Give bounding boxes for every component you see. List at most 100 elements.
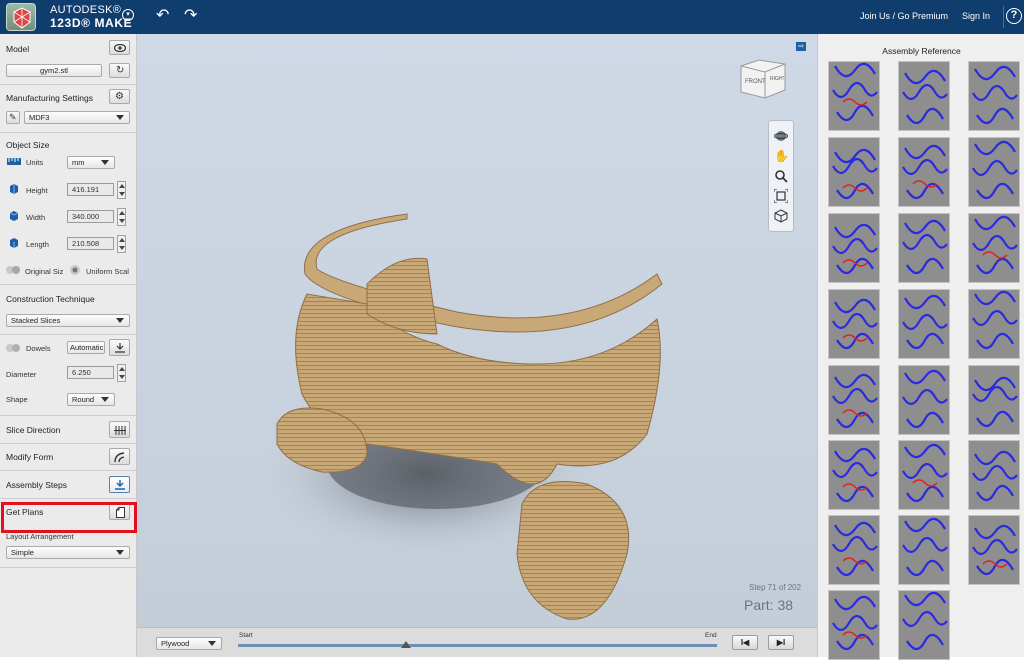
diameter-label: Diameter <box>6 370 37 379</box>
model-file-button[interactable]: gym2.stl <box>6 64 102 77</box>
shape-value: Round <box>72 395 95 404</box>
app-menu-icon[interactable]: ▾ <box>122 9 134 21</box>
manufacturing-settings-button[interactable]: ⚙ <box>109 89 130 104</box>
assembly-thumbnail[interactable] <box>968 365 1020 435</box>
assembly-thumbnail[interactable] <box>968 289 1020 359</box>
step-slider-handle[interactable] <box>400 641 411 648</box>
pan-icon[interactable]: ✋ <box>774 149 789 163</box>
refresh-button[interactable]: ↻ <box>109 63 130 78</box>
assembly-steps-button[interactable] <box>109 476 130 493</box>
model-render[interactable] <box>137 34 817 657</box>
assembly-thumbnail[interactable] <box>898 61 950 131</box>
technique-value: Stacked Slices <box>11 316 61 325</box>
assembly-thumbnail[interactable] <box>828 440 880 510</box>
width-label: Width <box>26 213 46 222</box>
assembly-thumbnail[interactable] <box>968 213 1020 283</box>
height-cube-icon <box>10 184 18 194</box>
original-size-label[interactable]: Original Siz <box>25 267 63 276</box>
join-premium-link[interactable]: Join Us / Go Premium <box>860 11 948 21</box>
3d-viewport[interactable]: ⇨ FRONT RIGHT ✋ Step 71 of 202 Part: 38 <box>137 34 817 657</box>
height-input[interactable]: 416.191 <box>67 183 114 196</box>
width-stepper[interactable] <box>117 208 126 226</box>
visibility-button[interactable] <box>109 40 130 55</box>
length-stepper[interactable] <box>117 235 126 253</box>
previous-step-button[interactable]: I◀ <box>732 635 758 650</box>
dowels-label: Dowels <box>26 344 51 353</box>
brand-line2: 123D® MAKE <box>50 16 133 30</box>
assembly-thumbnail[interactable] <box>828 61 880 131</box>
divider <box>0 84 137 85</box>
height-stepper[interactable] <box>117 181 126 199</box>
edit-material-button[interactable]: ✎ <box>6 111 20 124</box>
sheet-material-value: Plywood <box>161 639 190 648</box>
manufacturing-title: Manufacturing Settings <box>6 93 93 103</box>
refresh-icon: ↻ <box>116 65 125 76</box>
assembly-thumbnail[interactable] <box>898 289 950 359</box>
assembly-thumbnail[interactable] <box>898 213 950 283</box>
assembly-thumbnail[interactable] <box>968 137 1020 207</box>
assembly-thumbnail[interactable] <box>898 137 950 207</box>
zoom-icon[interactable] <box>774 169 788 183</box>
diameter-input[interactable]: 6.250 <box>67 366 114 379</box>
assembly-thumbnail[interactable] <box>828 137 880 207</box>
redo-icon[interactable]: ↷ <box>184 8 197 24</box>
units-value: mm <box>72 158 85 167</box>
assembly-thumbnail[interactable] <box>828 590 880 660</box>
top-bar: AUTODESK® 123D® MAKE ▾ ↶ ↷ Join Us / Go … <box>0 0 1024 34</box>
assembly-thumbnail[interactable] <box>968 440 1020 510</box>
length-label: Length <box>26 240 49 249</box>
width-input[interactable]: 340.000 <box>67 210 114 223</box>
assembly-thumbnail[interactable] <box>828 213 880 283</box>
assembly-thumbnail[interactable] <box>828 365 880 435</box>
assembly-thumbnail[interactable] <box>898 590 950 660</box>
assembly-thumbnail[interactable] <box>898 365 950 435</box>
slice-direction-label: Slice Direction <box>6 425 61 435</box>
divider <box>0 334 137 335</box>
view-cube[interactable]: FRONT RIGHT <box>737 52 787 100</box>
undo-icon[interactable]: ↶ <box>156 8 169 24</box>
assembly-thumbnail[interactable] <box>828 515 880 585</box>
chevron-down-icon <box>116 318 124 323</box>
left-panel: Model gym2.stl ↻ Manufacturing Settings … <box>0 34 137 657</box>
help-button[interactable]: ? <box>1003 6 1022 28</box>
logo-icon[interactable] <box>6 3 36 31</box>
sign-in-link[interactable]: Sign In <box>962 11 990 21</box>
chevron-down-icon <box>116 115 124 120</box>
dowels-button[interactable]: Automatic <box>67 341 105 354</box>
units-select[interactable]: mm <box>67 156 115 169</box>
step-slider[interactable] <box>238 644 717 647</box>
expand-icon[interactable]: ⇨ <box>796 42 806 51</box>
assembly-thumbnail[interactable] <box>898 440 950 510</box>
divider <box>0 415 137 416</box>
length-input[interactable]: 210.508 <box>67 237 114 250</box>
assembly-reference-panel: Assembly Reference <box>817 34 1024 660</box>
uniform-scale-label[interactable]: Uniform Scal <box>86 267 129 276</box>
uniform-scale-icon[interactable] <box>68 264 82 276</box>
modify-form-button[interactable] <box>109 448 130 465</box>
next-step-button[interactable]: ▶I <box>768 635 794 650</box>
assembly-thumbnail[interactable] <box>898 515 950 585</box>
fit-view-icon[interactable] <box>773 188 789 204</box>
chevron-down-icon <box>101 397 109 402</box>
navigation-bar: ✋ <box>768 120 794 232</box>
diameter-stepper[interactable] <box>117 364 126 382</box>
shape-select[interactable]: Round <box>67 393 115 406</box>
start-label: Start <box>239 632 253 639</box>
viewcube-right-label: RIGHT <box>770 76 784 82</box>
sheet-material-select[interactable]: Plywood <box>156 637 222 650</box>
object-size-title: Object Size <box>6 140 50 150</box>
orbit-icon[interactable] <box>774 129 788 143</box>
dowel-edit-button[interactable] <box>109 339 130 356</box>
technique-select[interactable]: Stacked Slices <box>6 314 130 327</box>
brand-line1: AUTODESK® <box>50 4 122 16</box>
home-view-icon[interactable] <box>774 209 788 223</box>
layout-select[interactable]: Simple <box>6 546 130 559</box>
original-size-icon[interactable] <box>5 264 21 276</box>
slice-direction-button[interactable] <box>109 421 130 438</box>
assembly-thumbnail[interactable] <box>828 289 880 359</box>
right-foot <box>516 481 630 620</box>
divider <box>0 284 137 285</box>
assembly-thumbnail[interactable] <box>968 515 1020 585</box>
material-select[interactable]: MDF3 <box>24 111 130 124</box>
assembly-thumbnail[interactable] <box>968 61 1020 131</box>
